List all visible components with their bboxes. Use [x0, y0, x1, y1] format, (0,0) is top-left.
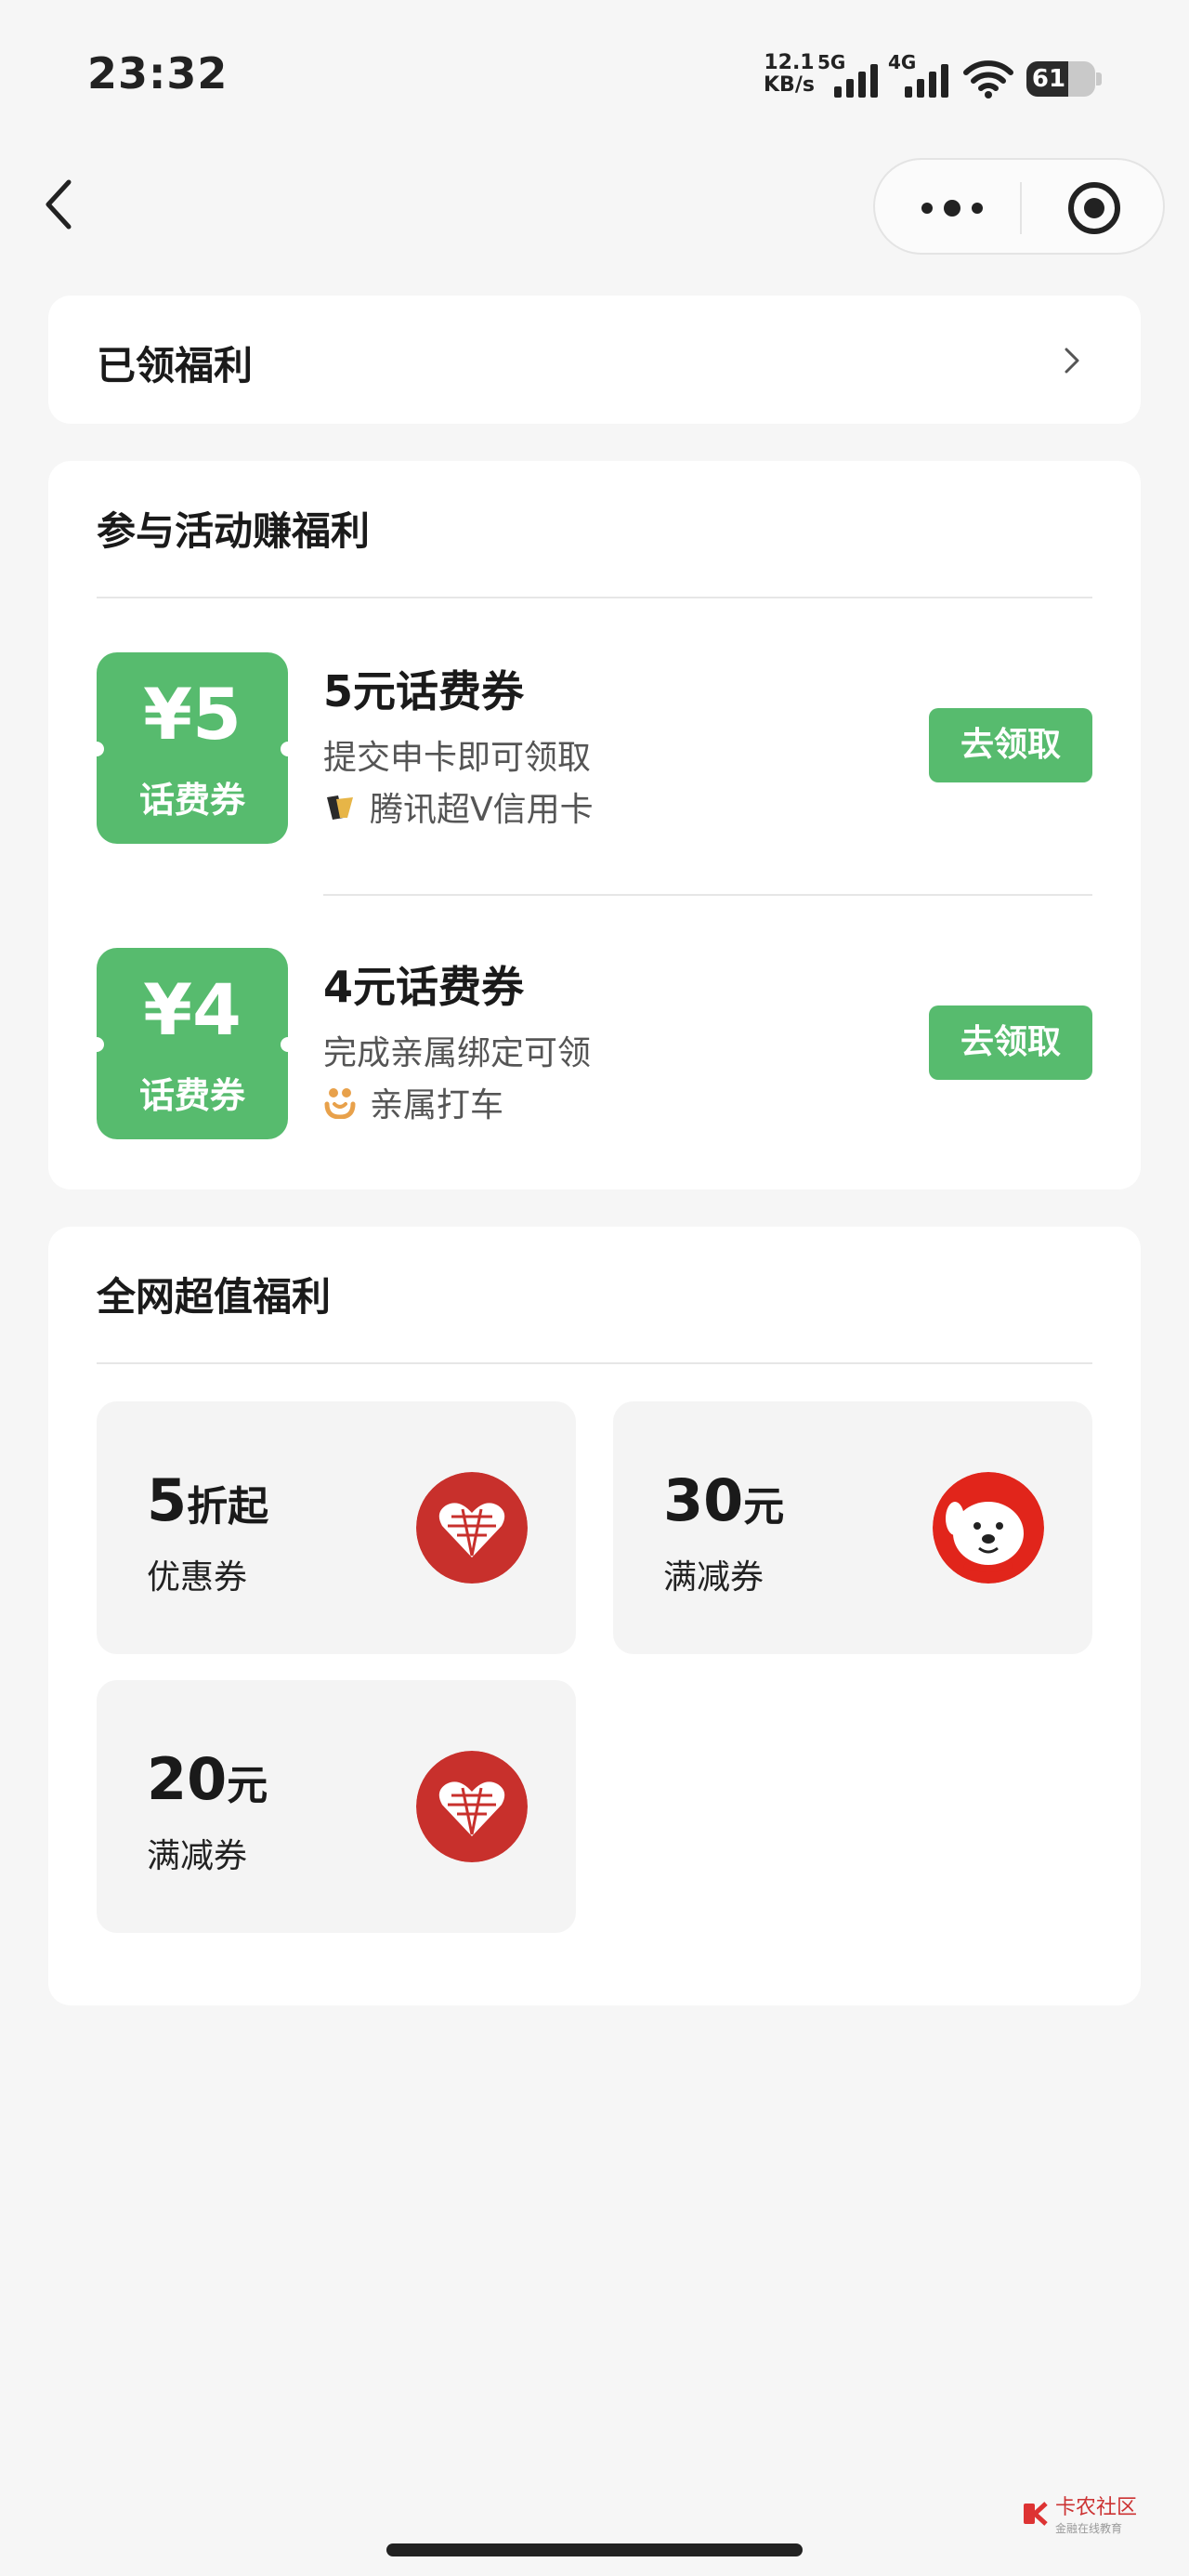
home-indicator[interactable]	[386, 2543, 803, 2556]
activity-title: 5元话费券	[323, 666, 525, 716]
signal-bars-icon	[905, 64, 948, 98]
deals-card: 全网超值福利 5折起 优惠券 30元 满减券 20元 满减券	[48, 1227, 1141, 2005]
deal-tile[interactable]: 20元 满减券	[97, 1680, 576, 1933]
deal-value: 30元	[663, 1466, 785, 1534]
family-icon	[324, 1088, 356, 1119]
deals-title: 全网超值福利	[97, 1274, 332, 1320]
coupon-badge: ¥4 话费券	[89, 948, 295, 1139]
activity-source-label: 亲属打车	[370, 1086, 504, 1124]
watermark: 卡农社区 金融在线教育	[1022, 2491, 1137, 2536]
divider	[97, 1362, 1092, 1364]
status-bar: 23:32 12.1 KB/s 5G 4G 61	[0, 0, 1189, 139]
deal-value: 5折起	[147, 1466, 269, 1534]
chevron-left-icon	[46, 179, 72, 230]
deal-value: 20元	[147, 1745, 268, 1813]
jd-dog-logo-icon	[933, 1472, 1044, 1584]
coupon-label: 话费券	[138, 1075, 245, 1116]
coupon-label: 话费券	[138, 780, 245, 821]
activity-desc: 提交申卡即可领取	[323, 739, 592, 777]
activities-title: 参与活动赚福利	[97, 508, 371, 554]
watermark-name: 卡农社区	[1055, 2496, 1138, 2519]
deal-label: 满减券	[147, 1837, 248, 1875]
divider	[97, 597, 1092, 598]
deal-label: 优惠券	[147, 1558, 248, 1597]
battery-indicator: 61	[1026, 61, 1095, 97]
status-time: 23:32	[87, 48, 229, 99]
network-speed-value: 12.1	[764, 51, 815, 74]
pinduoduo-logo-icon	[416, 1472, 528, 1584]
network-speed: 12.1 KB/s	[764, 52, 815, 97]
activities-card: 参与活动赚福利 ¥5 话费券 5元话费券 提交申卡即可领取 腾讯超V信用卡 去领…	[48, 461, 1141, 1189]
more-dots-icon[interactable]	[920, 197, 985, 219]
deal-tile[interactable]: 30元 满减券	[613, 1401, 1092, 1654]
deal-tile[interactable]: 5折起 优惠券	[97, 1401, 576, 1654]
kanong-logo-icon	[1024, 2501, 1048, 2526]
back-button[interactable]	[37, 177, 84, 232]
watermark-sub: 金融在线教育	[1055, 2522, 1123, 2535]
chevron-right-icon	[1065, 348, 1079, 374]
claim-button[interactable]: 去领取	[929, 708, 1092, 782]
signal-bars-icon	[834, 64, 878, 98]
wifi-icon	[963, 60, 1013, 99]
divider	[323, 894, 1092, 896]
coupon-amount: ¥5	[143, 673, 242, 756]
tencent-card-icon	[327, 795, 353, 820]
network-speed-unit: KB/s	[764, 73, 815, 97]
battery-level: 61	[1031, 65, 1066, 93]
activity-source: 腾讯超V信用卡	[323, 782, 594, 831]
activity-title: 4元话费券	[323, 962, 525, 1012]
activity-source: 亲属打车	[323, 1078, 503, 1126]
target-icon[interactable]	[1066, 180, 1122, 236]
deal-label: 满减券	[663, 1558, 764, 1597]
pinduoduo-logo-icon	[416, 1751, 528, 1862]
activity-source-label: 腾讯超V信用卡	[370, 791, 594, 829]
claimed-benefits-row[interactable]: 已领福利	[48, 296, 1141, 424]
coupon-badge: ¥5 话费券	[89, 652, 295, 844]
claim-button[interactable]: 去领取	[929, 1005, 1092, 1080]
claimed-benefits-title: 已领福利	[97, 343, 254, 388]
activity-desc: 完成亲属绑定可领	[323, 1034, 592, 1072]
mini-program-capsule	[873, 158, 1165, 255]
coupon-amount: ¥4	[143, 968, 242, 1051]
battery-tip	[1096, 72, 1102, 85]
capsule-divider	[1020, 182, 1022, 234]
